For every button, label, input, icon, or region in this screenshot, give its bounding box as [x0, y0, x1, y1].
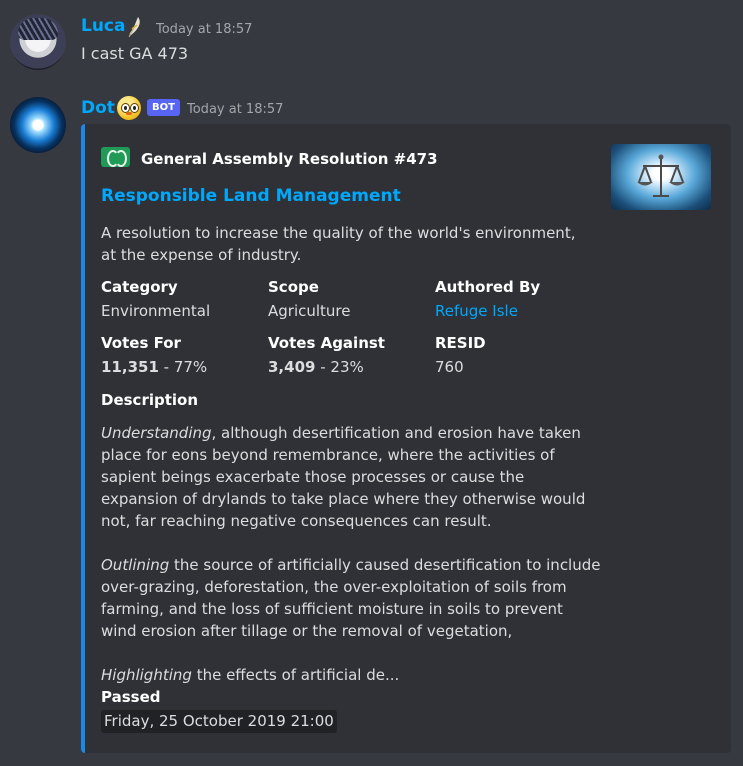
bot-avatar[interactable]: [10, 97, 66, 153]
chick-emoji-icon: [117, 96, 141, 120]
message-content: I cast GA 473: [81, 44, 189, 63]
description-paragraph: Understanding, although desertification …: [101, 422, 601, 532]
votes-percent: - 23%: [315, 358, 364, 376]
field-value: Environmental: [101, 302, 211, 320]
field-description-value: Understanding, although desertification …: [101, 422, 601, 686]
field-votes-against: Votes Against 3,409 - 23%: [268, 333, 438, 378]
field-name: Authored By: [435, 278, 541, 296]
field-scope: Scope Agriculture: [268, 277, 438, 322]
paragraph-text: the effects of artificial de...: [191, 666, 400, 684]
field-resid: RESID 760: [435, 333, 605, 378]
username[interactable]: Luca: [81, 16, 125, 36]
embed-title-link[interactable]: Responsible Land Management: [101, 186, 401, 206]
username[interactable]: Dot: [81, 98, 115, 118]
description-paragraph: Outlining the source of artificially cau…: [101, 554, 601, 642]
field-authored-by: Authored By Refuge Isle: [435, 277, 605, 322]
nationstates-wa-icon: [101, 147, 130, 167]
emphasis: Highlighting: [101, 666, 192, 684]
field-description-name: Description: [101, 391, 199, 409]
passed-timestamp[interactable]: Friday, 25 October 2019 21:00: [101, 710, 337, 733]
field-name: Votes Against: [268, 334, 385, 352]
paragraph-text: the source of artificially caused desert…: [101, 556, 601, 640]
field-value: 760: [435, 358, 464, 376]
feather-icon: [126, 16, 144, 42]
emphasis: Outlining: [101, 556, 170, 574]
timestamp: Today at 18:57: [156, 22, 253, 37]
field-name: RESID: [435, 334, 486, 352]
field-category: Category Environmental: [101, 277, 271, 322]
field-value: 3,409 - 23%: [268, 356, 438, 378]
field-name: Scope: [268, 278, 319, 296]
field-passed-name: Passed: [101, 688, 161, 706]
author-link[interactable]: Refuge Isle: [435, 300, 605, 322]
description-paragraph: Highlighting the effects of artificial d…: [101, 664, 601, 686]
embed: General Assembly Resolution #473 Respons…: [81, 124, 731, 753]
field-value: Agriculture: [268, 302, 351, 320]
user-avatar[interactable]: [10, 14, 66, 70]
field-votes-for: Votes For 11,351 - 77%: [101, 333, 271, 378]
votes-count: 11,351: [101, 358, 159, 376]
scales-of-justice-icon[interactable]: [611, 144, 711, 210]
field-value: 11,351 - 77%: [101, 356, 271, 378]
field-name: Category: [101, 278, 178, 296]
votes-percent: - 77%: [158, 358, 208, 376]
bot-tag: BOT: [147, 99, 180, 116]
field-name: Votes For: [101, 334, 181, 352]
timestamp: Today at 18:57: [187, 102, 284, 117]
emphasis: Understanding: [101, 424, 212, 442]
votes-count: 3,409: [268, 358, 316, 376]
embed-author: General Assembly Resolution #473: [141, 150, 438, 168]
embed-description: A resolution to increase the quality of …: [101, 224, 576, 264]
